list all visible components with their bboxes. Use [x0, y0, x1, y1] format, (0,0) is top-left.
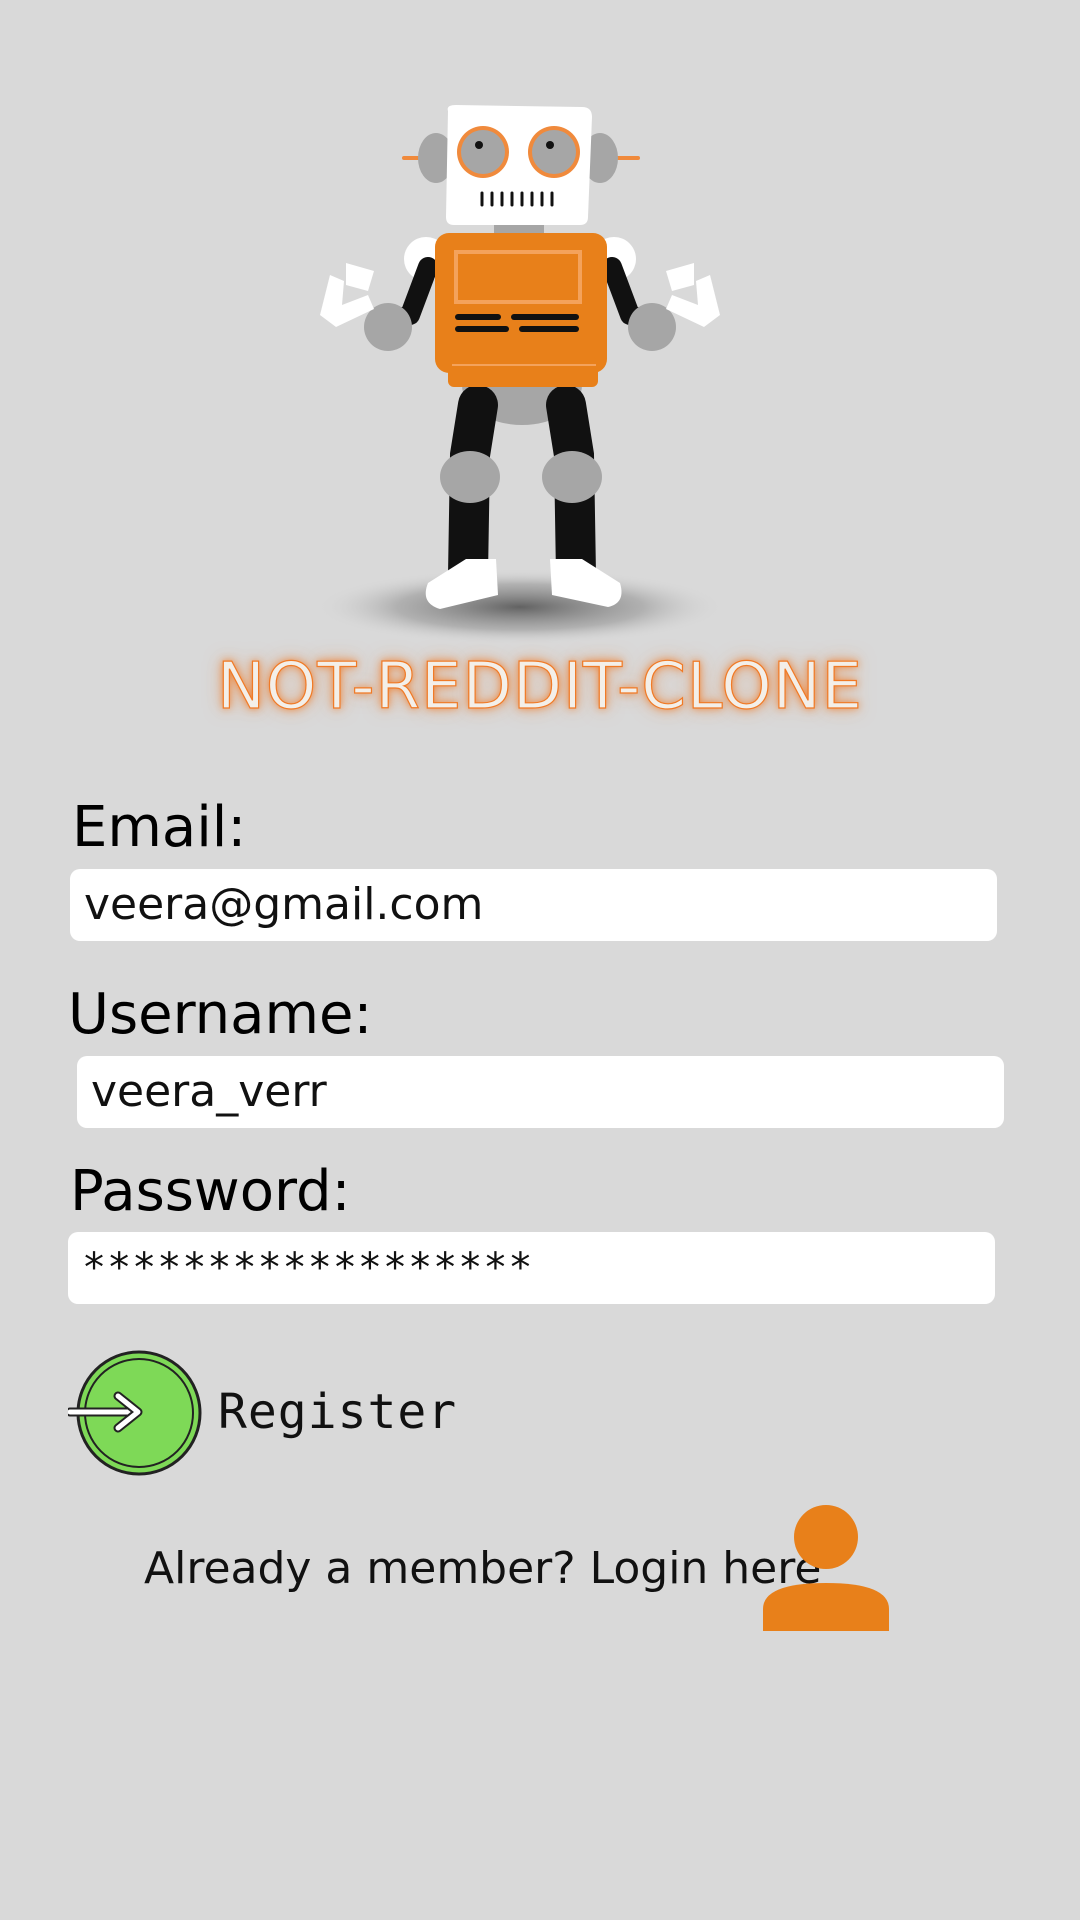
username-field[interactable]: veera_verr — [77, 1056, 1004, 1128]
login-link[interactable]: Already a member? Login here — [140, 1505, 900, 1635]
login-text: Already a member? Login here — [144, 1543, 822, 1594]
user-icon — [763, 1505, 889, 1631]
robot-mascot-illustration — [315, 105, 725, 645]
email-field[interactable]: veera@gmail.com — [70, 869, 997, 941]
arrow-right-circle-icon — [68, 1350, 202, 1476]
register-label: Register — [218, 1384, 458, 1440]
register-button[interactable]: Register — [68, 1348, 468, 1478]
email-label: Email: — [72, 795, 247, 860]
password-label: Password: — [70, 1159, 351, 1224]
app-title: NOT-REDDIT-CLONE — [216, 649, 863, 724]
password-field[interactable]: ****************** — [68, 1232, 995, 1304]
username-label: Username: — [68, 982, 373, 1047]
